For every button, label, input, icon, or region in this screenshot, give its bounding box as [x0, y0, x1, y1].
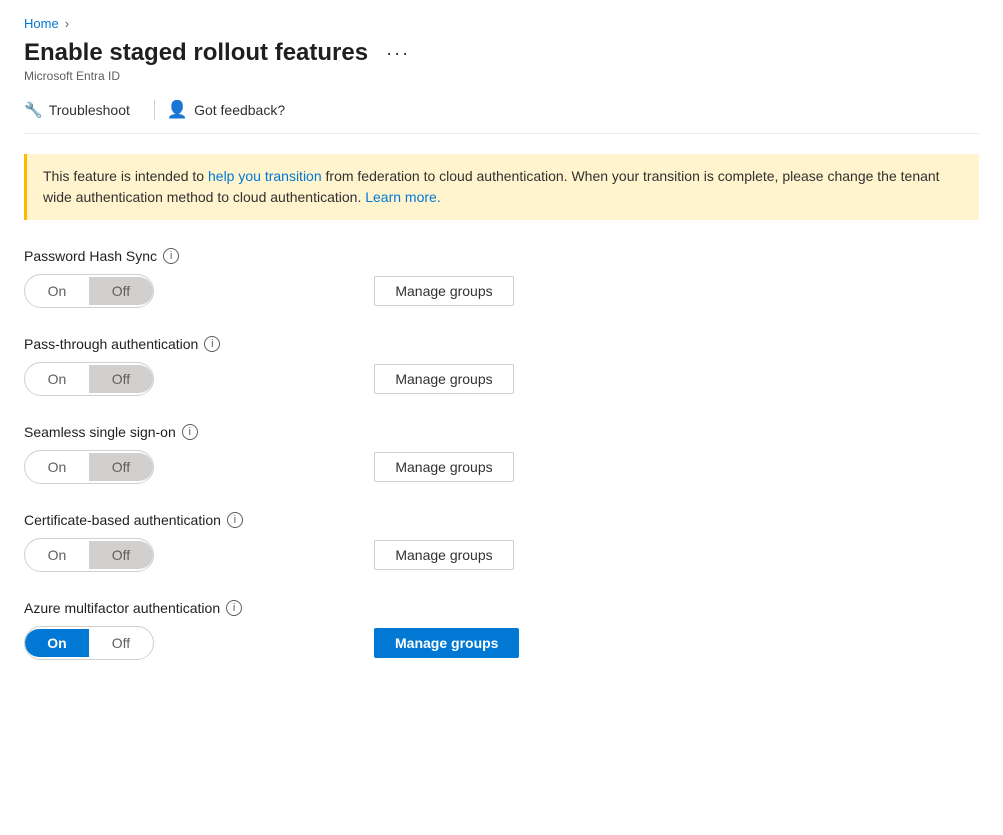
- toggle-off-pass-through-auth[interactable]: Off: [89, 365, 153, 393]
- breadcrumb-separator: ›: [65, 16, 69, 31]
- info-text: This feature is intended to help you tra…: [43, 168, 940, 205]
- feature-section-pass-through-auth: Pass-through authentication i OnOff Manage …: [24, 336, 979, 396]
- feedback-button[interactable]: 👤 Got feedback?: [167, 100, 285, 120]
- toggle-seamless-sso[interactable]: OnOff: [24, 450, 154, 484]
- toolbar: 🔧 Troubleshoot 👤 Got feedback?: [24, 97, 979, 134]
- feature-label-seamless-sso: Seamless single sign-on i: [24, 424, 979, 440]
- toggle-on-password-hash-sync[interactable]: On: [25, 277, 89, 305]
- feature-label-cert-based-auth: Certificate-based authentication i: [24, 512, 979, 528]
- info-icon-seamless-sso[interactable]: i: [182, 424, 198, 440]
- feature-name-pass-through-auth: Pass-through authentication: [24, 336, 198, 352]
- manage-groups-button-azure-mfa[interactable]: Manage groups: [374, 628, 519, 658]
- feature-section-cert-based-auth: Certificate-based authentication i OnOff Ma…: [24, 512, 979, 572]
- feature-name-password-hash-sync: Password Hash Sync: [24, 248, 157, 264]
- toggle-on-pass-through-auth[interactable]: On: [25, 365, 89, 393]
- page-title: Enable staged rollout features: [24, 39, 368, 67]
- feature-row-azure-mfa: OnOff Manage groups: [24, 626, 979, 660]
- wrench-icon: 🔧: [24, 101, 43, 119]
- feature-row-seamless-sso: OnOff Manage groups: [24, 450, 979, 484]
- feedback-icon: 👤: [167, 100, 188, 120]
- troubleshoot-label: Troubleshoot: [49, 102, 130, 118]
- info-icon-pass-through-auth[interactable]: i: [204, 336, 220, 352]
- info-icon-cert-based-auth[interactable]: i: [227, 512, 243, 528]
- toggle-off-azure-mfa[interactable]: Off: [89, 629, 153, 657]
- feature-label-azure-mfa: Azure multifactor authentication i: [24, 600, 979, 616]
- toggle-off-seamless-sso[interactable]: Off: [89, 453, 153, 481]
- features-container: Password Hash SynciOnOffManage groupsPas…: [24, 248, 979, 660]
- feature-row-cert-based-auth: OnOff Manage groups: [24, 538, 979, 572]
- feature-name-cert-based-auth: Certificate-based authentication: [24, 512, 221, 528]
- feature-section-password-hash-sync: Password Hash Sync i OnOff Manage groups: [24, 248, 979, 308]
- toolbar-divider: [154, 100, 155, 120]
- transition-link[interactable]: help you transition: [208, 168, 322, 184]
- manage-groups-button-cert-based-auth[interactable]: Manage groups: [374, 540, 514, 570]
- feature-label-pass-through-auth: Pass-through authentication i: [24, 336, 979, 352]
- toggle-on-azure-mfa[interactable]: On: [25, 629, 89, 657]
- toggle-password-hash-sync[interactable]: OnOff: [24, 274, 154, 308]
- toggle-on-seamless-sso[interactable]: On: [25, 453, 89, 481]
- feature-label-password-hash-sync: Password Hash Sync i: [24, 248, 979, 264]
- page-subtitle: Microsoft Entra ID: [24, 69, 979, 83]
- toggle-pass-through-auth[interactable]: OnOff: [24, 362, 154, 396]
- troubleshoot-button[interactable]: 🔧 Troubleshoot: [24, 97, 142, 123]
- breadcrumb-home[interactable]: Home: [24, 16, 59, 31]
- feature-name-azure-mfa: Azure multifactor authentication: [24, 600, 220, 616]
- toggle-off-password-hash-sync[interactable]: Off: [89, 277, 153, 305]
- info-banner: This feature is intended to help you tra…: [24, 154, 979, 220]
- toggle-cert-based-auth[interactable]: OnOff: [24, 538, 154, 572]
- breadcrumb: Home ›: [24, 16, 979, 31]
- info-icon-azure-mfa[interactable]: i: [226, 600, 242, 616]
- toggle-on-cert-based-auth[interactable]: On: [25, 541, 89, 569]
- manage-groups-button-pass-through-auth[interactable]: Manage groups: [374, 364, 514, 394]
- learn-more-link[interactable]: Learn more.: [365, 189, 440, 205]
- page-title-row: Enable staged rollout features ···: [24, 39, 979, 67]
- info-icon-password-hash-sync[interactable]: i: [163, 248, 179, 264]
- feature-row-password-hash-sync: OnOff Manage groups: [24, 274, 979, 308]
- feature-section-seamless-sso: Seamless single sign-on i OnOff Manage grou…: [24, 424, 979, 484]
- feedback-label: Got feedback?: [194, 102, 285, 118]
- feature-row-pass-through-auth: OnOff Manage groups: [24, 362, 979, 396]
- manage-groups-button-password-hash-sync[interactable]: Manage groups: [374, 276, 514, 306]
- toggle-off-cert-based-auth[interactable]: Off: [89, 541, 153, 569]
- feature-section-azure-mfa: Azure multifactor authentication i OnOff Ma…: [24, 600, 979, 660]
- feature-name-seamless-sso: Seamless single sign-on: [24, 424, 176, 440]
- more-options-button[interactable]: ···: [380, 41, 416, 66]
- manage-groups-button-seamless-sso[interactable]: Manage groups: [374, 452, 514, 482]
- toggle-azure-mfa[interactable]: OnOff: [24, 626, 154, 660]
